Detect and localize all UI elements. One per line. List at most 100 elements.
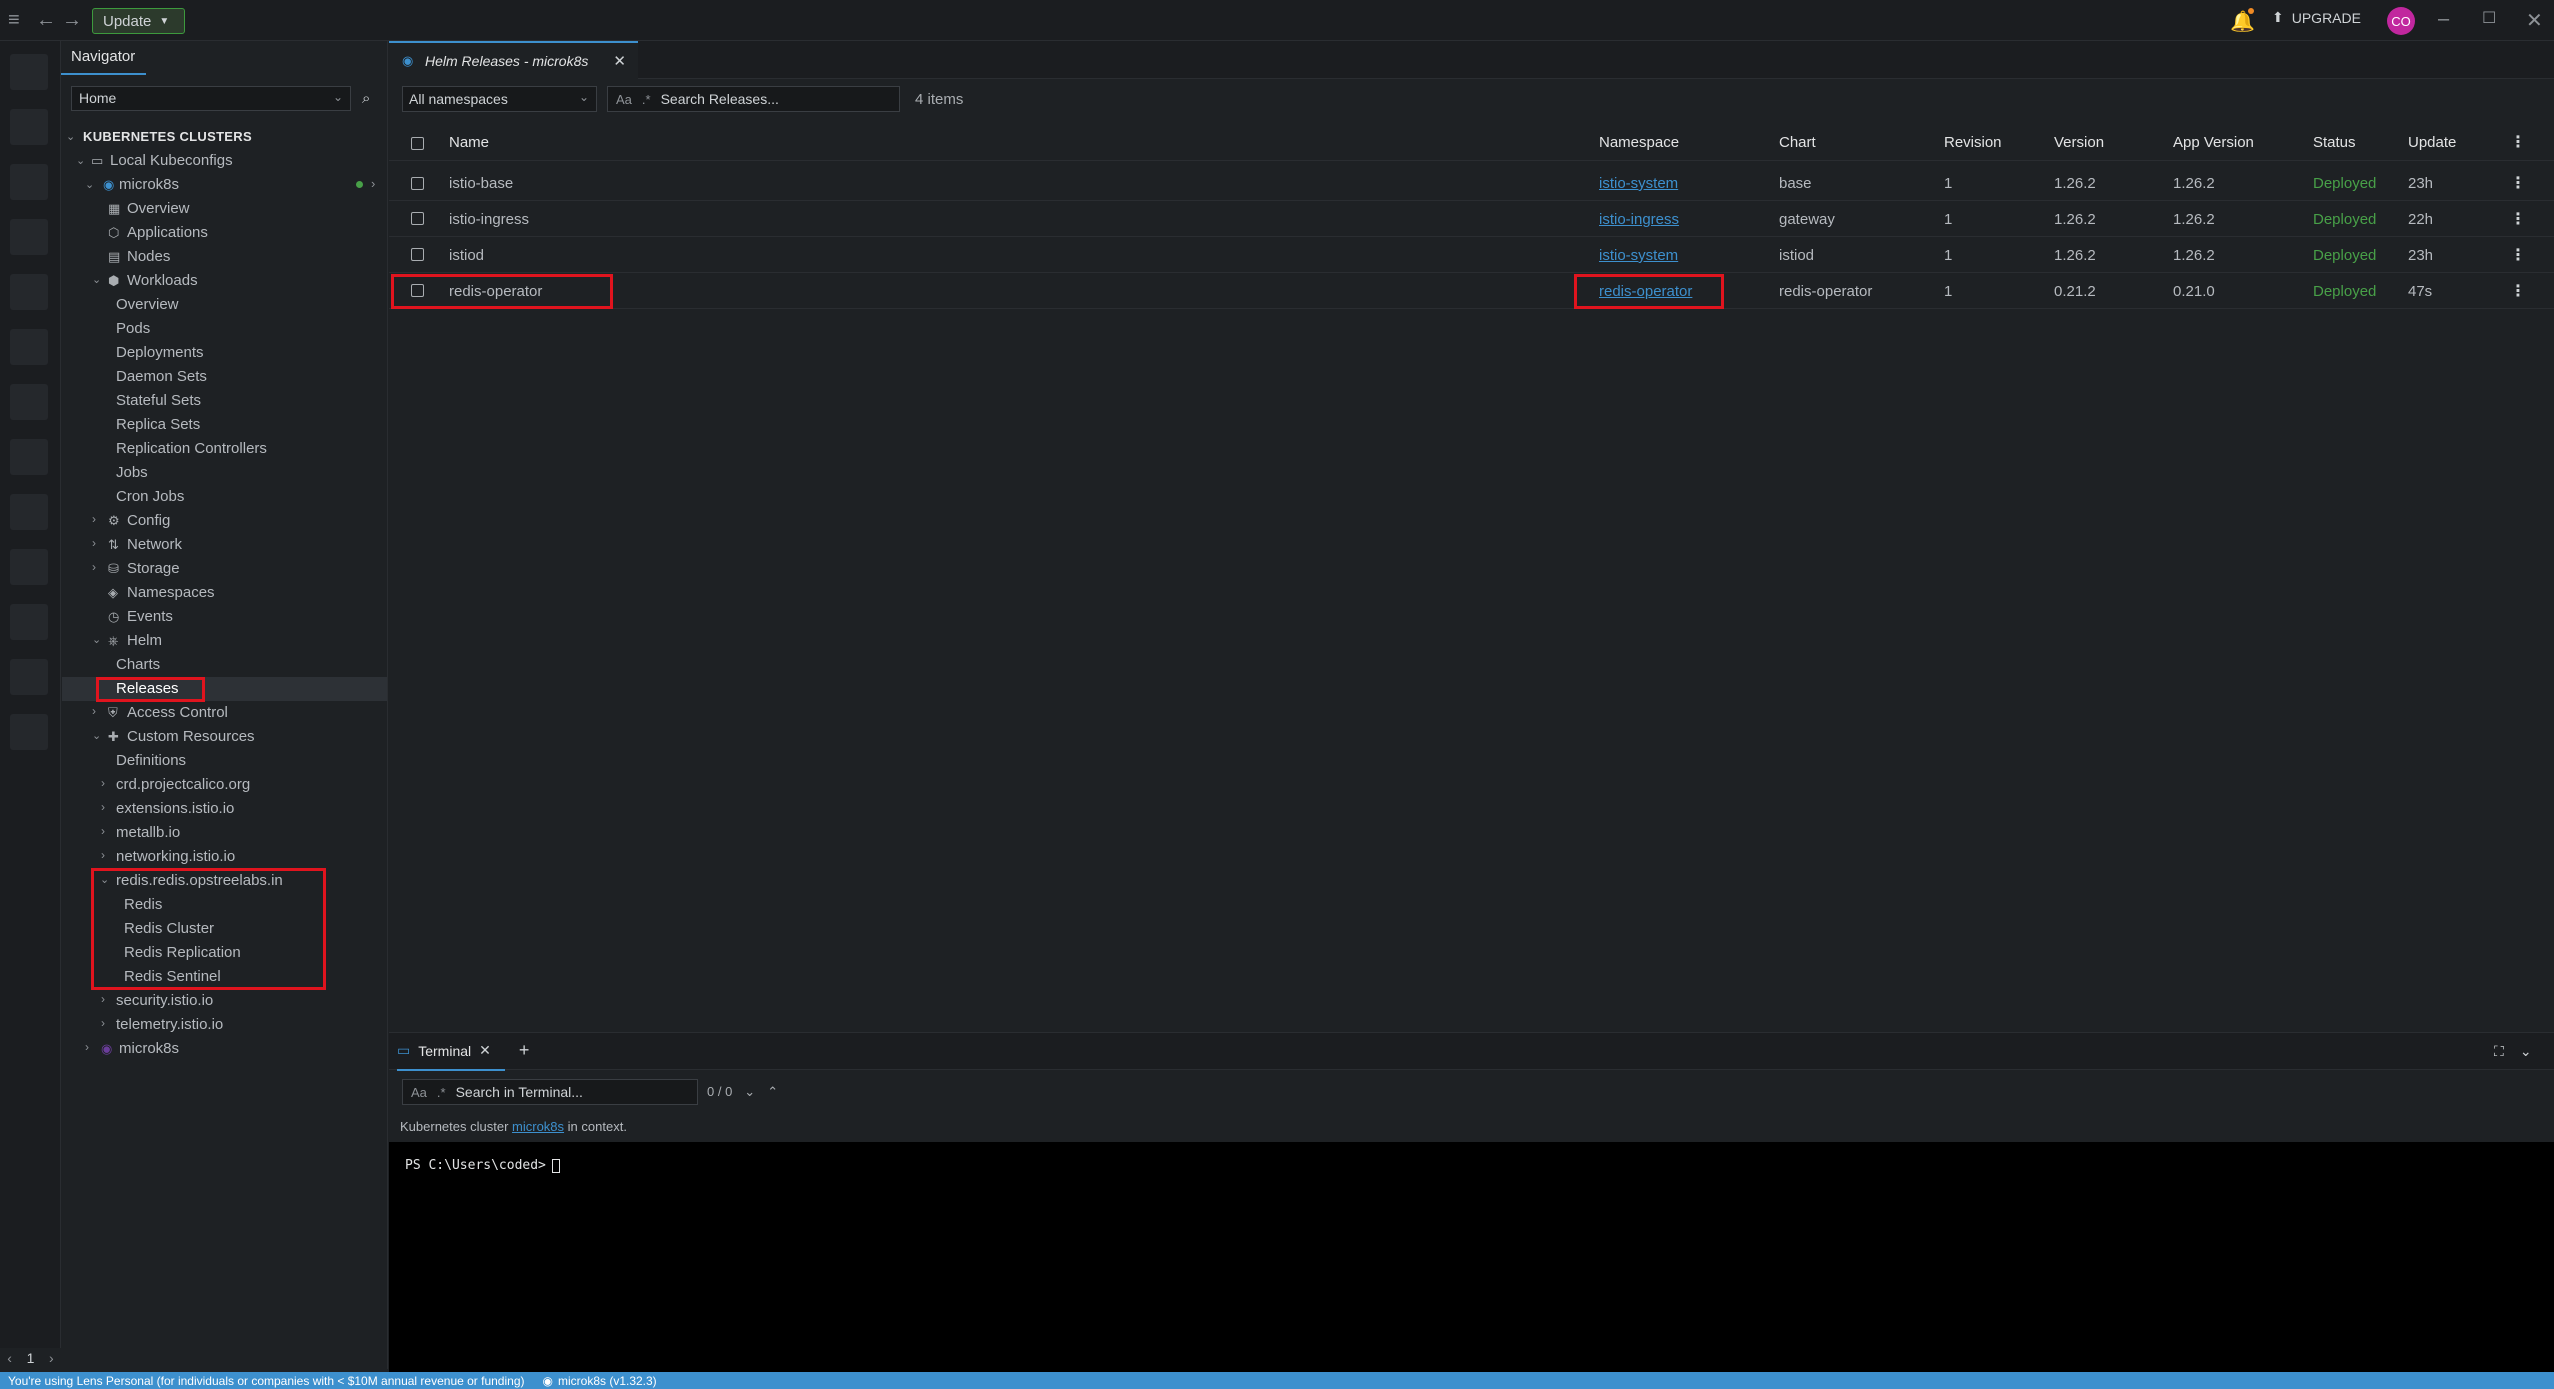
namespace-select[interactable]: All namespaces ⌄ [402,86,597,112]
hotbar-slot[interactable] [10,439,48,475]
tree-crd-networking-istio[interactable]: networking.istio.io [116,848,235,865]
tree-crd-metallb[interactable]: metallb.io [116,824,180,841]
kebab-icon[interactable]: ⋮ [2510,209,2526,229]
tree-crd-projectcalico[interactable]: crd.projectcalico.org [116,776,250,793]
chevron-down-icon[interactable]: ⌄ [92,633,101,646]
chevron-up-icon[interactable]: ⌃ [767,1084,778,1100]
tree-replication-controllers[interactable]: Replication Controllers [116,440,267,457]
chevron-down-icon[interactable]: ⌄ [744,1084,755,1100]
tree-crd-extensions-istio[interactable]: extensions.istio.io [116,800,234,817]
chevron-right-icon[interactable]: › [101,992,105,1006]
tree-cron-jobs[interactable]: Cron Jobs [116,488,184,505]
terminal-search-input[interactable]: Aa .* Search in Terminal... [402,1079,698,1105]
forward-arrow-icon[interactable]: → [62,9,82,32]
chevron-down-icon[interactable]: ⌄ [66,130,75,143]
hotbar-slot[interactable] [10,109,48,145]
chevron-down-icon[interactable]: ⌄ [92,729,101,742]
case-toggle[interactable]: Aa [411,1085,427,1100]
fullscreen-icon[interactable]: ⛶ [2494,1043,2504,1060]
terminal-cluster-link[interactable]: microk8s [512,1119,564,1134]
tree-events[interactable]: Events [127,608,173,625]
regex-icon[interactable]: .* [437,1085,446,1100]
regex-icon[interactable]: .* [642,92,651,107]
hotbar-slot[interactable] [10,329,48,365]
hotbar-slot[interactable] [10,384,48,420]
navigator-select[interactable]: Home ⌄ [71,86,351,111]
chevron-down-icon[interactable]: ⌄ [85,178,94,191]
tree-definitions[interactable]: Definitions [116,752,186,769]
chevron-right-icon[interactable]: › [92,512,96,526]
menu-icon[interactable]: ≡ [8,9,20,32]
search-icon[interactable]: ⌕ [362,90,370,107]
chevron-right-icon[interactable]: › [92,536,96,550]
tree-local-kubeconfigs[interactable]: Local Kubeconfigs [110,152,233,169]
chevron-right-icon[interactable]: › [101,800,105,814]
column-header-status[interactable]: Status [2313,134,2356,151]
tree-cluster-microk8s[interactable]: microk8s [119,176,179,193]
chevron-left-icon[interactable]: ‹ [7,1350,12,1366]
select-all-checkbox[interactable] [411,137,424,150]
tree-helm[interactable]: Helm [127,632,162,649]
chevron-down-icon[interactable]: ⌄ [2520,1043,2532,1060]
avatar[interactable]: CO [2387,7,2415,35]
plus-icon[interactable]: + [519,1040,530,1061]
tree-replica-sets[interactable]: Replica Sets [116,416,200,433]
hotbar-slot[interactable] [10,54,48,90]
license-notice[interactable]: You're using Lens Personal (for individu… [8,1374,525,1388]
status-cluster[interactable]: ◉ microk8s (v1.32.3) [543,1374,657,1388]
hotbar-slot[interactable] [10,549,48,585]
tree-namespaces[interactable]: Namespaces [127,584,215,601]
chevron-right-icon[interactable]: › [101,824,105,838]
chevron-right-icon[interactable]: › [101,1016,105,1030]
tree-jobs[interactable]: Jobs [116,464,148,481]
column-header-version[interactable]: Version [2054,134,2104,151]
tree-kubernetes-clusters[interactable]: KUBERNETES CLUSTERS [83,129,252,144]
chevron-down-icon[interactable]: ⌄ [92,273,101,286]
tree-workloads[interactable]: Workloads [127,272,198,289]
tree-deployments[interactable]: Deployments [116,344,204,361]
chevron-right-icon[interactable]: › [371,176,375,191]
tree-access-control[interactable]: Access Control [127,704,228,721]
cell-namespace-link[interactable]: istio-system [1599,175,1678,192]
row-checkbox[interactable] [411,177,424,190]
hotbar-slot[interactable] [10,274,48,310]
tree-workloads-overview[interactable]: Overview [116,296,179,313]
tree-overview[interactable]: Overview [127,200,190,217]
tree-storage[interactable]: Storage [127,560,180,577]
row-checkbox[interactable] [411,212,424,225]
cell-namespace-link[interactable]: istio-system [1599,247,1678,264]
hotbar-slot[interactable] [10,714,48,750]
case-toggle[interactable]: Aa [616,92,632,107]
chevron-right-icon[interactable]: › [92,560,96,574]
upgrade-button[interactable]: ⬆ UPGRADE [2272,9,2361,26]
tree-daemon-sets[interactable]: Daemon Sets [116,368,207,385]
column-header-app-version[interactable]: App Version [2173,134,2254,151]
row-checkbox[interactable] [411,248,424,261]
tree-custom-resources[interactable]: Custom Resources [127,728,255,745]
kebab-icon[interactable]: ⋮ [2510,281,2526,301]
kebab-icon[interactable]: ⋮ [2510,132,2526,152]
tree-crd-security-istio[interactable]: security.istio.io [116,992,213,1009]
maximize-icon[interactable]: ☐ [2482,8,2496,28]
kebab-icon[interactable]: ⋮ [2510,173,2526,193]
chevron-right-icon[interactable]: › [101,848,105,862]
close-icon[interactable]: ✕ [2526,8,2543,33]
cell-namespace-link[interactable]: istio-ingress [1599,211,1679,228]
release-search-input[interactable]: Aa .* Search Releases... [607,86,900,112]
hotbar-slot[interactable] [10,494,48,530]
hotbar-slot[interactable] [10,164,48,200]
kebab-icon[interactable]: ⋮ [2510,245,2526,265]
tree-config[interactable]: Config [127,512,170,529]
tree-pods[interactable]: Pods [116,320,150,337]
tree-charts[interactable]: Charts [116,656,160,673]
column-header-updated[interactable]: Update [2408,134,2456,151]
hotbar-slot[interactable] [10,219,48,255]
column-header-name[interactable]: Name [449,134,489,151]
column-header-chart[interactable]: Chart [1779,134,1816,151]
tree-crd-telemetry-istio[interactable]: telemetry.istio.io [116,1016,223,1033]
chevron-down-icon[interactable]: ⌄ [76,154,85,167]
chevron-right-icon[interactable]: › [49,1350,54,1366]
column-header-revision[interactable]: Revision [1944,134,2002,151]
tree-cluster-microk8s-2[interactable]: microk8s [119,1040,179,1057]
update-button[interactable]: Update ▼ [92,8,185,34]
